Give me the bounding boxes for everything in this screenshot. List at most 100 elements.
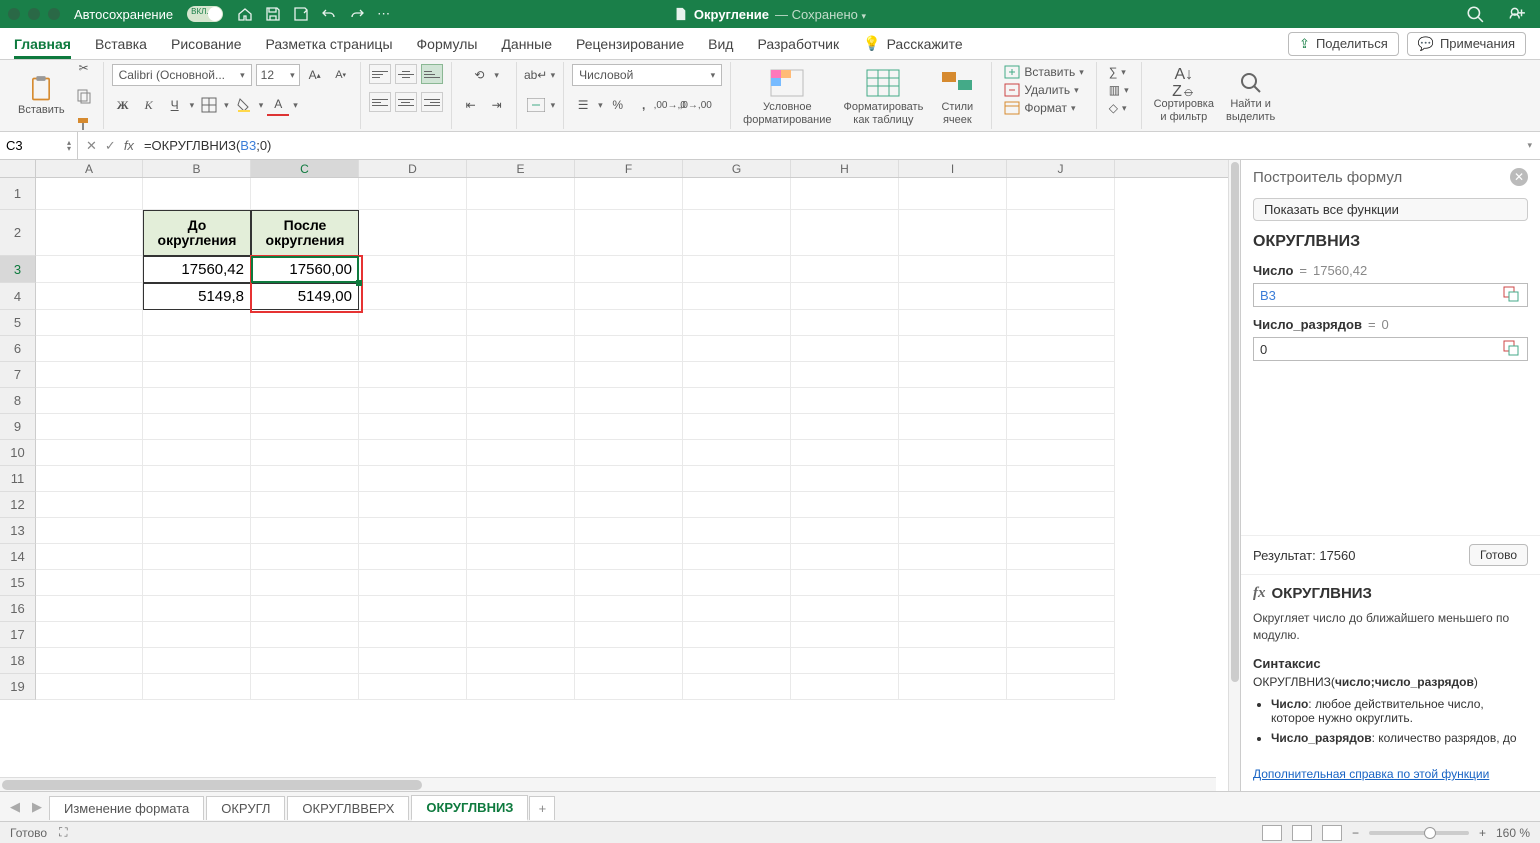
sheet-tab-4[interactable]: ОКРУГЛВНИЗ xyxy=(411,795,528,821)
comma-icon[interactable]: , xyxy=(633,94,655,116)
decrease-decimal-icon[interactable]: ,0→,00 xyxy=(685,94,707,116)
row-header-16[interactable]: 16 xyxy=(0,596,36,622)
row-header-18[interactable]: 18 xyxy=(0,648,36,674)
font-select[interactable]: Calibri (Основной...▾ xyxy=(112,64,252,86)
range-picker-icon[interactable] xyxy=(1503,286,1521,304)
prev-sheet-icon[interactable]: ◀ xyxy=(4,799,26,815)
tab-formulas[interactable]: Формулы xyxy=(417,30,478,58)
tab-home[interactable]: Главная xyxy=(14,30,71,58)
paste-button[interactable]: Вставить xyxy=(14,74,69,116)
range-picker-icon[interactable] xyxy=(1503,340,1521,358)
col-header-J[interactable]: J xyxy=(1007,160,1115,177)
cell-B4[interactable]: 5149,8 xyxy=(143,283,251,310)
row-header-4[interactable]: 4 xyxy=(0,283,36,310)
col-header-G[interactable]: G xyxy=(683,160,791,177)
sort-filter-button[interactable]: A↓Z⦵ Сортировкаи фильтр xyxy=(1150,68,1218,122)
arg2-input[interactable]: 0 xyxy=(1253,337,1528,361)
select-all-corner[interactable] xyxy=(0,160,36,177)
autosave-toggle[interactable] xyxy=(187,6,223,22)
row-header-15[interactable]: 15 xyxy=(0,570,36,596)
vertical-scrollbar[interactable] xyxy=(1228,160,1240,791)
tab-draw[interactable]: Рисование xyxy=(171,30,242,58)
number-format-select[interactable]: Числовой▾ xyxy=(572,64,722,86)
underline-button[interactable]: Ч xyxy=(164,94,186,116)
save-as-icon[interactable] xyxy=(293,6,309,22)
row-header-10[interactable]: 10 xyxy=(0,440,36,466)
merge-icon[interactable] xyxy=(525,94,547,116)
fill-handle[interactable] xyxy=(356,280,362,286)
indent-increase-icon[interactable]: ⇥ xyxy=(486,94,508,116)
cell-B3[interactable]: 17560,42 xyxy=(143,256,251,283)
insert-cells-button[interactable]: Вставить ▾ xyxy=(1000,64,1087,80)
percent-icon[interactable]: % xyxy=(607,94,629,116)
more-help-link[interactable]: Дополнительная справка по этой функции xyxy=(1241,761,1540,791)
italic-button[interactable]: К xyxy=(138,94,160,116)
close-panel-icon[interactable]: ✕ xyxy=(1510,168,1528,186)
done-button[interactable]: Готово xyxy=(1469,544,1528,566)
tab-developer[interactable]: Разработчик xyxy=(757,30,839,58)
wrap-text-icon[interactable]: ab↵ xyxy=(525,64,547,86)
tab-view[interactable]: Вид xyxy=(708,30,733,58)
row-header-3[interactable]: 3 xyxy=(0,256,36,283)
redo-icon[interactable] xyxy=(349,6,365,22)
row-header-13[interactable]: 13 xyxy=(0,518,36,544)
tab-layout[interactable]: Разметка страницы xyxy=(266,30,393,58)
fill-icon[interactable]: ▥ ▾ xyxy=(1105,82,1133,98)
align-center-icon[interactable] xyxy=(395,92,417,112)
sheet-tab-3[interactable]: ОКРУГЛВВЕРХ xyxy=(287,796,409,820)
formula-input[interactable]: =ОКРУГЛВНИЗ(B3;0) xyxy=(140,138,1520,153)
format-as-table-button[interactable]: Форматироватькак таблицу xyxy=(840,65,928,125)
row-header-2[interactable]: 2 xyxy=(0,210,36,256)
col-header-H[interactable]: H xyxy=(791,160,899,177)
more-icon[interactable]: ⋯ xyxy=(377,6,390,22)
autosum-icon[interactable]: ∑ ▾ xyxy=(1105,64,1130,80)
share-button[interactable]: ⇪Поделиться xyxy=(1288,32,1399,56)
next-sheet-icon[interactable]: ▶ xyxy=(26,799,48,815)
font-color-icon[interactable]: A xyxy=(267,94,289,116)
arg1-input[interactable]: B3 xyxy=(1253,283,1528,307)
col-header-I[interactable]: I xyxy=(899,160,1007,177)
tab-data[interactable]: Данные xyxy=(501,30,552,58)
accessibility-icon[interactable]: ⛶ xyxy=(59,825,67,840)
row-header-6[interactable]: 6 xyxy=(0,336,36,362)
col-header-B[interactable]: B xyxy=(143,160,251,177)
tab-insert[interactable]: Вставка xyxy=(95,30,147,58)
col-header-E[interactable]: E xyxy=(467,160,575,177)
format-cells-button[interactable]: Формат ▾ xyxy=(1000,100,1079,116)
zoom-out-icon[interactable]: − xyxy=(1352,826,1359,840)
horizontal-scrollbar[interactable] xyxy=(0,777,1216,791)
align-right-icon[interactable] xyxy=(421,92,443,112)
align-middle-icon[interactable] xyxy=(395,64,417,84)
search-icon[interactable] xyxy=(1466,5,1484,23)
bold-button[interactable]: Ж xyxy=(112,94,134,116)
tab-review[interactable]: Рецензирование xyxy=(576,30,684,58)
cell-C4[interactable]: 5149,00 xyxy=(251,283,359,310)
find-select-button[interactable]: Найти ивыделить xyxy=(1222,68,1279,122)
zoom-in-icon[interactable]: + xyxy=(1479,826,1486,840)
align-bottom-icon[interactable] xyxy=(421,64,443,84)
row-header-12[interactable]: 12 xyxy=(0,492,36,518)
name-box[interactable]: C3▴▾ xyxy=(0,132,78,159)
orientation-icon[interactable]: ⟲ xyxy=(468,64,490,86)
cell-C2[interactable]: Послеокругления xyxy=(251,210,359,256)
row-header-8[interactable]: 8 xyxy=(0,388,36,414)
zoom-level[interactable]: 160 % xyxy=(1496,826,1530,840)
accept-formula-icon[interactable]: ✓ xyxy=(105,138,116,154)
normal-view-icon[interactable] xyxy=(1262,825,1282,841)
save-icon[interactable] xyxy=(265,6,281,22)
row-header-7[interactable]: 7 xyxy=(0,362,36,388)
page-break-view-icon[interactable] xyxy=(1322,825,1342,841)
conditional-formatting-button[interactable]: Условноеформатирование xyxy=(739,65,835,125)
increase-decimal-icon[interactable]: ,00→,0 xyxy=(659,94,681,116)
currency-icon[interactable]: ☰ xyxy=(572,94,594,116)
window-controls[interactable] xyxy=(8,8,60,20)
cell-C3[interactable]: 17560,00 xyxy=(251,256,359,283)
align-left-icon[interactable] xyxy=(369,92,391,112)
worksheet[interactable]: A B C D E F G H I J 1 2 Доокругления Пос… xyxy=(0,160,1228,791)
col-header-D[interactable]: D xyxy=(359,160,467,177)
undo-icon[interactable] xyxy=(321,6,337,22)
font-size-select[interactable]: 12▾ xyxy=(256,64,300,86)
zoom-slider[interactable] xyxy=(1369,831,1469,835)
col-header-F[interactable]: F xyxy=(575,160,683,177)
sheet-tab-1[interactable]: Изменение формата xyxy=(49,796,204,820)
